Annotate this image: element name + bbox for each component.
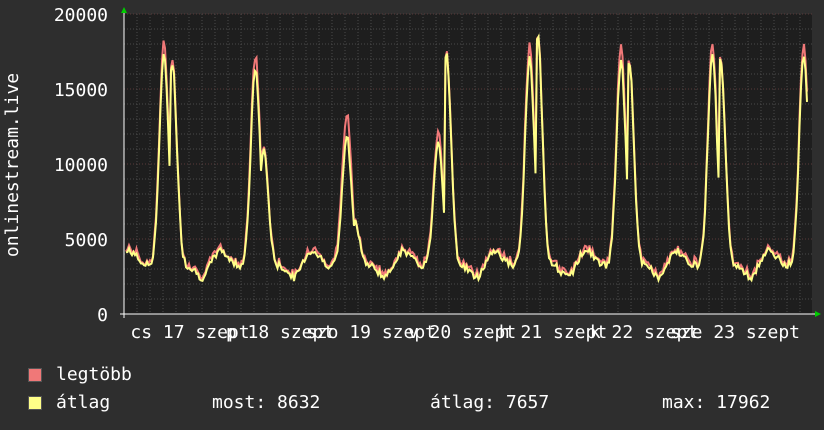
x-tick-label: sze 23 szept	[670, 322, 800, 343]
y-tick-label: 10000	[54, 155, 108, 176]
x-axis-arrow-icon	[815, 311, 821, 317]
y-axis-arrow-icon	[121, 7, 127, 13]
y-axis-ticks: 0 5000 10000 15000 20000	[54, 5, 108, 326]
legend-swatch-avg	[28, 396, 42, 410]
y-axis-label: onlinestream.live	[2, 73, 23, 257]
legend-label-max: legtöbb	[56, 364, 132, 385]
x-axis-ticks: cs 17 szeptp 18 szeptszo 19 szeptv 20 sz…	[130, 322, 800, 343]
stat-maximum: max: 17962	[662, 392, 771, 413]
y-tick-label: 15000	[54, 80, 108, 101]
y-tick-label: 5000	[65, 230, 108, 251]
legend: legtöbb átlag most: 8632 átlag: 7657 max…	[28, 361, 818, 417]
legend-label-avg: átlag	[56, 392, 111, 413]
traffic-chart: 0 5000 10000 15000 20000 cs 17 szeptp 18 sze…	[2, 5, 821, 343]
y-tick-label: 20000	[54, 5, 108, 26]
legend-row-max: legtöbb	[28, 361, 818, 389]
stat-current: most: 8632	[212, 392, 321, 413]
stat-average: átlag: 7657	[430, 392, 550, 413]
legend-swatch-max	[28, 368, 42, 382]
legend-row-avg: átlag most: 8632 átlag: 7657 max: 17962	[28, 389, 818, 417]
y-tick-label: 0	[97, 305, 108, 326]
